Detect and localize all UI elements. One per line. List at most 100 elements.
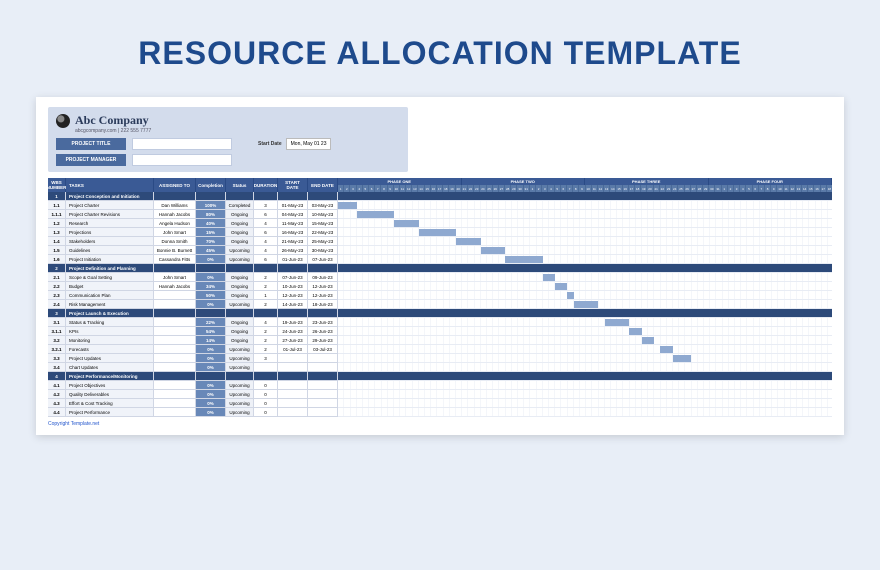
- cell-task[interactable]: Project Conception and Initiation: [66, 192, 154, 201]
- cell-task[interactable]: Research: [66, 219, 154, 228]
- cell-status[interactable]: Ongoing: [226, 210, 254, 219]
- cell-comp[interactable]: 70%: [196, 237, 226, 246]
- table-row[interactable]: 4.1Project Objectives0%Upcoming0: [48, 381, 338, 390]
- cell-wbs[interactable]: 3.2: [48, 336, 66, 345]
- cell-assigned[interactable]: John Smart: [154, 228, 196, 237]
- cell-status[interactable]: Upcoming: [226, 345, 254, 354]
- cell-status[interactable]: [226, 192, 254, 201]
- cell-assigned[interactable]: John Smart: [154, 273, 196, 282]
- cell-end[interactable]: 23-Jun-23: [308, 318, 338, 327]
- project-manager-input[interactable]: [132, 154, 232, 166]
- cell-task[interactable]: Effort & Cost Tracking: [66, 399, 154, 408]
- cell-comp[interactable]: 100%: [196, 201, 226, 210]
- cell-start[interactable]: 14-Jun-23: [278, 300, 308, 309]
- table-row[interactable]: 2.1Scope & Goal SettingJohn Smart0%Ongoi…: [48, 273, 338, 282]
- cell-assigned[interactable]: [154, 363, 196, 372]
- cell-start[interactable]: 04-May-23: [278, 210, 308, 219]
- cell-wbs[interactable]: 3.3: [48, 354, 66, 363]
- cell-start[interactable]: [278, 372, 308, 381]
- cell-task[interactable]: Communication Plan: [66, 291, 154, 300]
- gantt-bar[interactable]: [660, 346, 672, 353]
- gantt-bar[interactable]: [574, 301, 599, 308]
- cell-wbs[interactable]: 3: [48, 309, 66, 318]
- cell-dur[interactable]: 0: [254, 408, 278, 417]
- cell-task[interactable]: Status & Tracking: [66, 318, 154, 327]
- cell-comp[interactable]: 0%: [196, 300, 226, 309]
- gantt-bar[interactable]: [505, 256, 542, 263]
- cell-wbs[interactable]: 4: [48, 372, 66, 381]
- table-row[interactable]: 3.1Status & Tracking22%Ongoing419-Jun-23…: [48, 318, 338, 327]
- cell-wbs[interactable]: 1.6: [48, 255, 66, 264]
- cell-task[interactable]: Project Launch & Execution: [66, 309, 154, 318]
- cell-status[interactable]: Completed: [226, 201, 254, 210]
- cell-dur[interactable]: 6: [254, 228, 278, 237]
- cell-wbs[interactable]: 3.2.1: [48, 345, 66, 354]
- cell-wbs[interactable]: 1.5: [48, 246, 66, 255]
- cell-status[interactable]: Upcoming: [226, 381, 254, 390]
- cell-wbs[interactable]: 1.2: [48, 219, 66, 228]
- cell-task[interactable]: Project Initiation: [66, 255, 154, 264]
- cell-start[interactable]: 16-May-23: [278, 228, 308, 237]
- table-row[interactable]: 4.2Quality Deliverables0%Upcoming0: [48, 390, 338, 399]
- cell-comp[interactable]: 0%: [196, 273, 226, 282]
- cell-task[interactable]: Project Objectives: [66, 381, 154, 390]
- cell-start[interactable]: [278, 309, 308, 318]
- cell-wbs[interactable]: 3.1.1: [48, 327, 66, 336]
- cell-dur[interactable]: [254, 264, 278, 273]
- cell-wbs[interactable]: 1.1: [48, 201, 66, 210]
- cell-start[interactable]: 07-Jun-23: [278, 273, 308, 282]
- cell-start[interactable]: [278, 264, 308, 273]
- cell-wbs[interactable]: 1.3: [48, 228, 66, 237]
- cell-end[interactable]: 07-Jun-23: [308, 255, 338, 264]
- cell-start[interactable]: [278, 390, 308, 399]
- cell-comp[interactable]: 0%: [196, 390, 226, 399]
- cell-status[interactable]: Upcoming: [226, 390, 254, 399]
- cell-end[interactable]: 26-Jun-23: [308, 327, 338, 336]
- gantt-bar[interactable]: [357, 211, 394, 218]
- cell-end[interactable]: 22-May-23: [308, 228, 338, 237]
- cell-assigned[interactable]: [154, 381, 196, 390]
- cell-task[interactable]: Project Performance: [66, 408, 154, 417]
- cell-status[interactable]: Upcoming: [226, 246, 254, 255]
- table-row[interactable]: 2Project Definition and Planning: [48, 264, 338, 273]
- gantt-bar[interactable]: [673, 355, 692, 362]
- cell-status[interactable]: Upcoming: [226, 408, 254, 417]
- cell-assigned[interactable]: [154, 345, 196, 354]
- cell-assigned[interactable]: [154, 264, 196, 273]
- cell-assigned[interactable]: Hannah Jacobs: [154, 282, 196, 291]
- cell-dur[interactable]: 1: [254, 291, 278, 300]
- cell-assigned[interactable]: [154, 300, 196, 309]
- table-row[interactable]: 1.1Project CharterDan Williams100%Comple…: [48, 201, 338, 210]
- cell-end[interactable]: [308, 399, 338, 408]
- cell-task[interactable]: Quality Deliverables: [66, 390, 154, 399]
- cell-end[interactable]: [308, 381, 338, 390]
- cell-wbs[interactable]: 2.4: [48, 300, 66, 309]
- cell-task[interactable]: Project Definition and Planning: [66, 264, 154, 273]
- table-row[interactable]: 4Project Performance/Monitoring: [48, 372, 338, 381]
- cell-end[interactable]: [308, 372, 338, 381]
- cell-start[interactable]: 01-Jun-23: [278, 255, 308, 264]
- cell-task[interactable]: Risk Management: [66, 300, 154, 309]
- cell-assigned[interactable]: [154, 408, 196, 417]
- cell-start[interactable]: [278, 354, 308, 363]
- table-row[interactable]: 1.4StakeholdersDonna Smith70%Ongoing421-…: [48, 237, 338, 246]
- gantt-bar[interactable]: [555, 283, 567, 290]
- cell-assigned[interactable]: [154, 399, 196, 408]
- cell-comp[interactable]: 80%: [196, 210, 226, 219]
- cell-wbs[interactable]: 3.1: [48, 318, 66, 327]
- cell-wbs[interactable]: 4.2: [48, 390, 66, 399]
- cell-wbs[interactable]: 2.1: [48, 273, 66, 282]
- cell-status[interactable]: Ongoing: [226, 327, 254, 336]
- cell-status[interactable]: Upcoming: [226, 255, 254, 264]
- cell-dur[interactable]: 2: [254, 300, 278, 309]
- gantt-bar[interactable]: [456, 238, 481, 245]
- table-row[interactable]: 1.1.1Project Charter RevisionsHannah Jac…: [48, 210, 338, 219]
- cell-status[interactable]: [226, 309, 254, 318]
- table-row[interactable]: 1.5GuidelinesBonnie B. Burnett45%Upcomin…: [48, 246, 338, 255]
- cell-assigned[interactable]: Hannah Jacobs: [154, 210, 196, 219]
- cell-end[interactable]: 10-May-23: [308, 210, 338, 219]
- cell-start[interactable]: 21-May-23: [278, 237, 308, 246]
- cell-status[interactable]: Upcoming: [226, 363, 254, 372]
- table-row[interactable]: 3.1.1KPIs54%Ongoing224-Jun-2326-Jun-23: [48, 327, 338, 336]
- cell-assigned[interactable]: Donna Smith: [154, 237, 196, 246]
